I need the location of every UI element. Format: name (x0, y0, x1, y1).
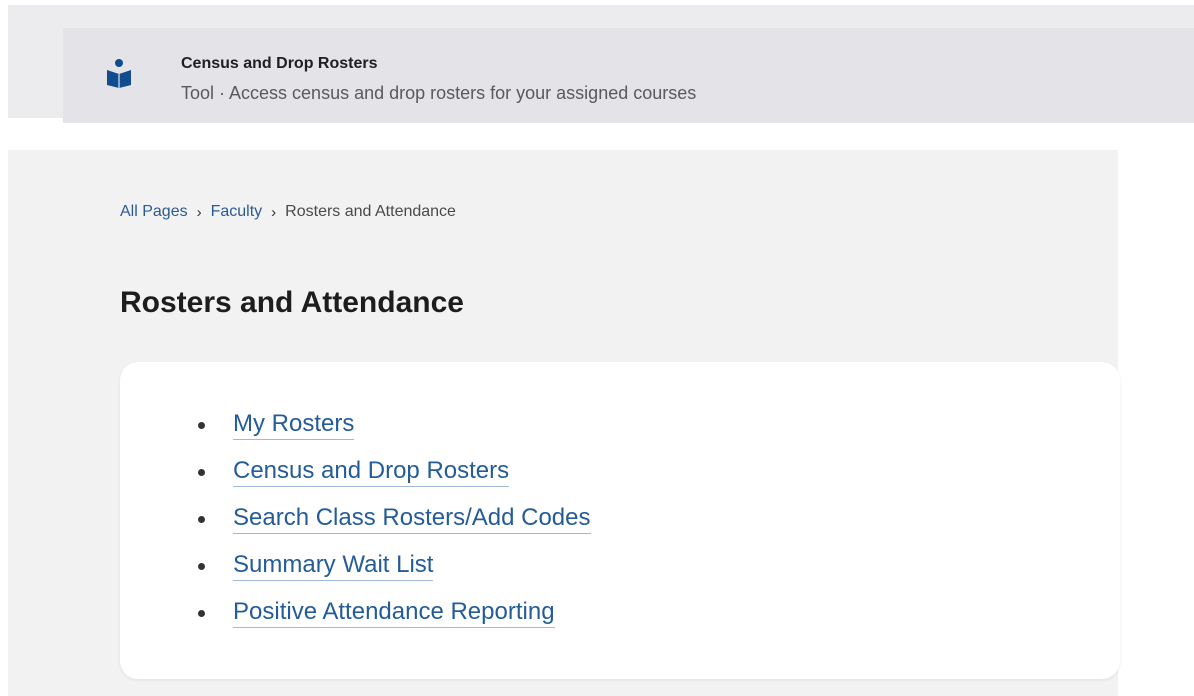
link-search-class-rosters[interactable]: Search Class Rosters/Add Codes (233, 504, 591, 534)
bullet-icon (198, 469, 205, 476)
link-my-rosters[interactable]: My Rosters (233, 410, 355, 440)
search-result-title: Census and Drop Rosters (181, 55, 378, 72)
link-positive-attendance-reporting[interactable]: Positive Attendance Reporting (233, 598, 555, 628)
search-result-item[interactable]: Census and Drop Rosters Tool · Access ce… (63, 28, 1194, 123)
search-result-subtitle: Tool · Access census and drop rosters fo… (181, 83, 697, 103)
link-census-and-drop-rosters[interactable]: Census and Drop Rosters (233, 457, 510, 487)
breadcrumb-link-all-pages[interactable]: All Pages (120, 203, 188, 221)
bullet-icon (198, 610, 205, 617)
link-summary-wait-list[interactable]: Summary Wait List (233, 551, 434, 581)
breadcrumb-link-faculty[interactable]: Faculty (211, 203, 263, 221)
page-title: Rosters and Attendance (120, 286, 464, 319)
reading-person-icon (106, 58, 132, 88)
search-results-panel: Census and Drop Rosters Tool · Access ce… (8, 5, 1194, 123)
breadcrumb-separator-icon: › (271, 203, 277, 221)
breadcrumb-separator-icon: › (196, 203, 202, 221)
links-card: My Rosters Census and Drop Rosters Searc… (120, 362, 1120, 679)
bullet-icon (198, 563, 205, 570)
page-panel: All Pages › Faculty › Rosters and Attend… (8, 150, 1120, 696)
breadcrumb-current: Rosters and Attendance (285, 203, 456, 220)
bullet-icon (198, 516, 205, 523)
bullet-icon (198, 422, 205, 429)
screenshot-canvas: Census and Drop Rosters Tool · Access ce… (0, 0, 1194, 696)
breadcrumb: All Pages › Faculty › Rosters and Attend… (120, 203, 456, 221)
